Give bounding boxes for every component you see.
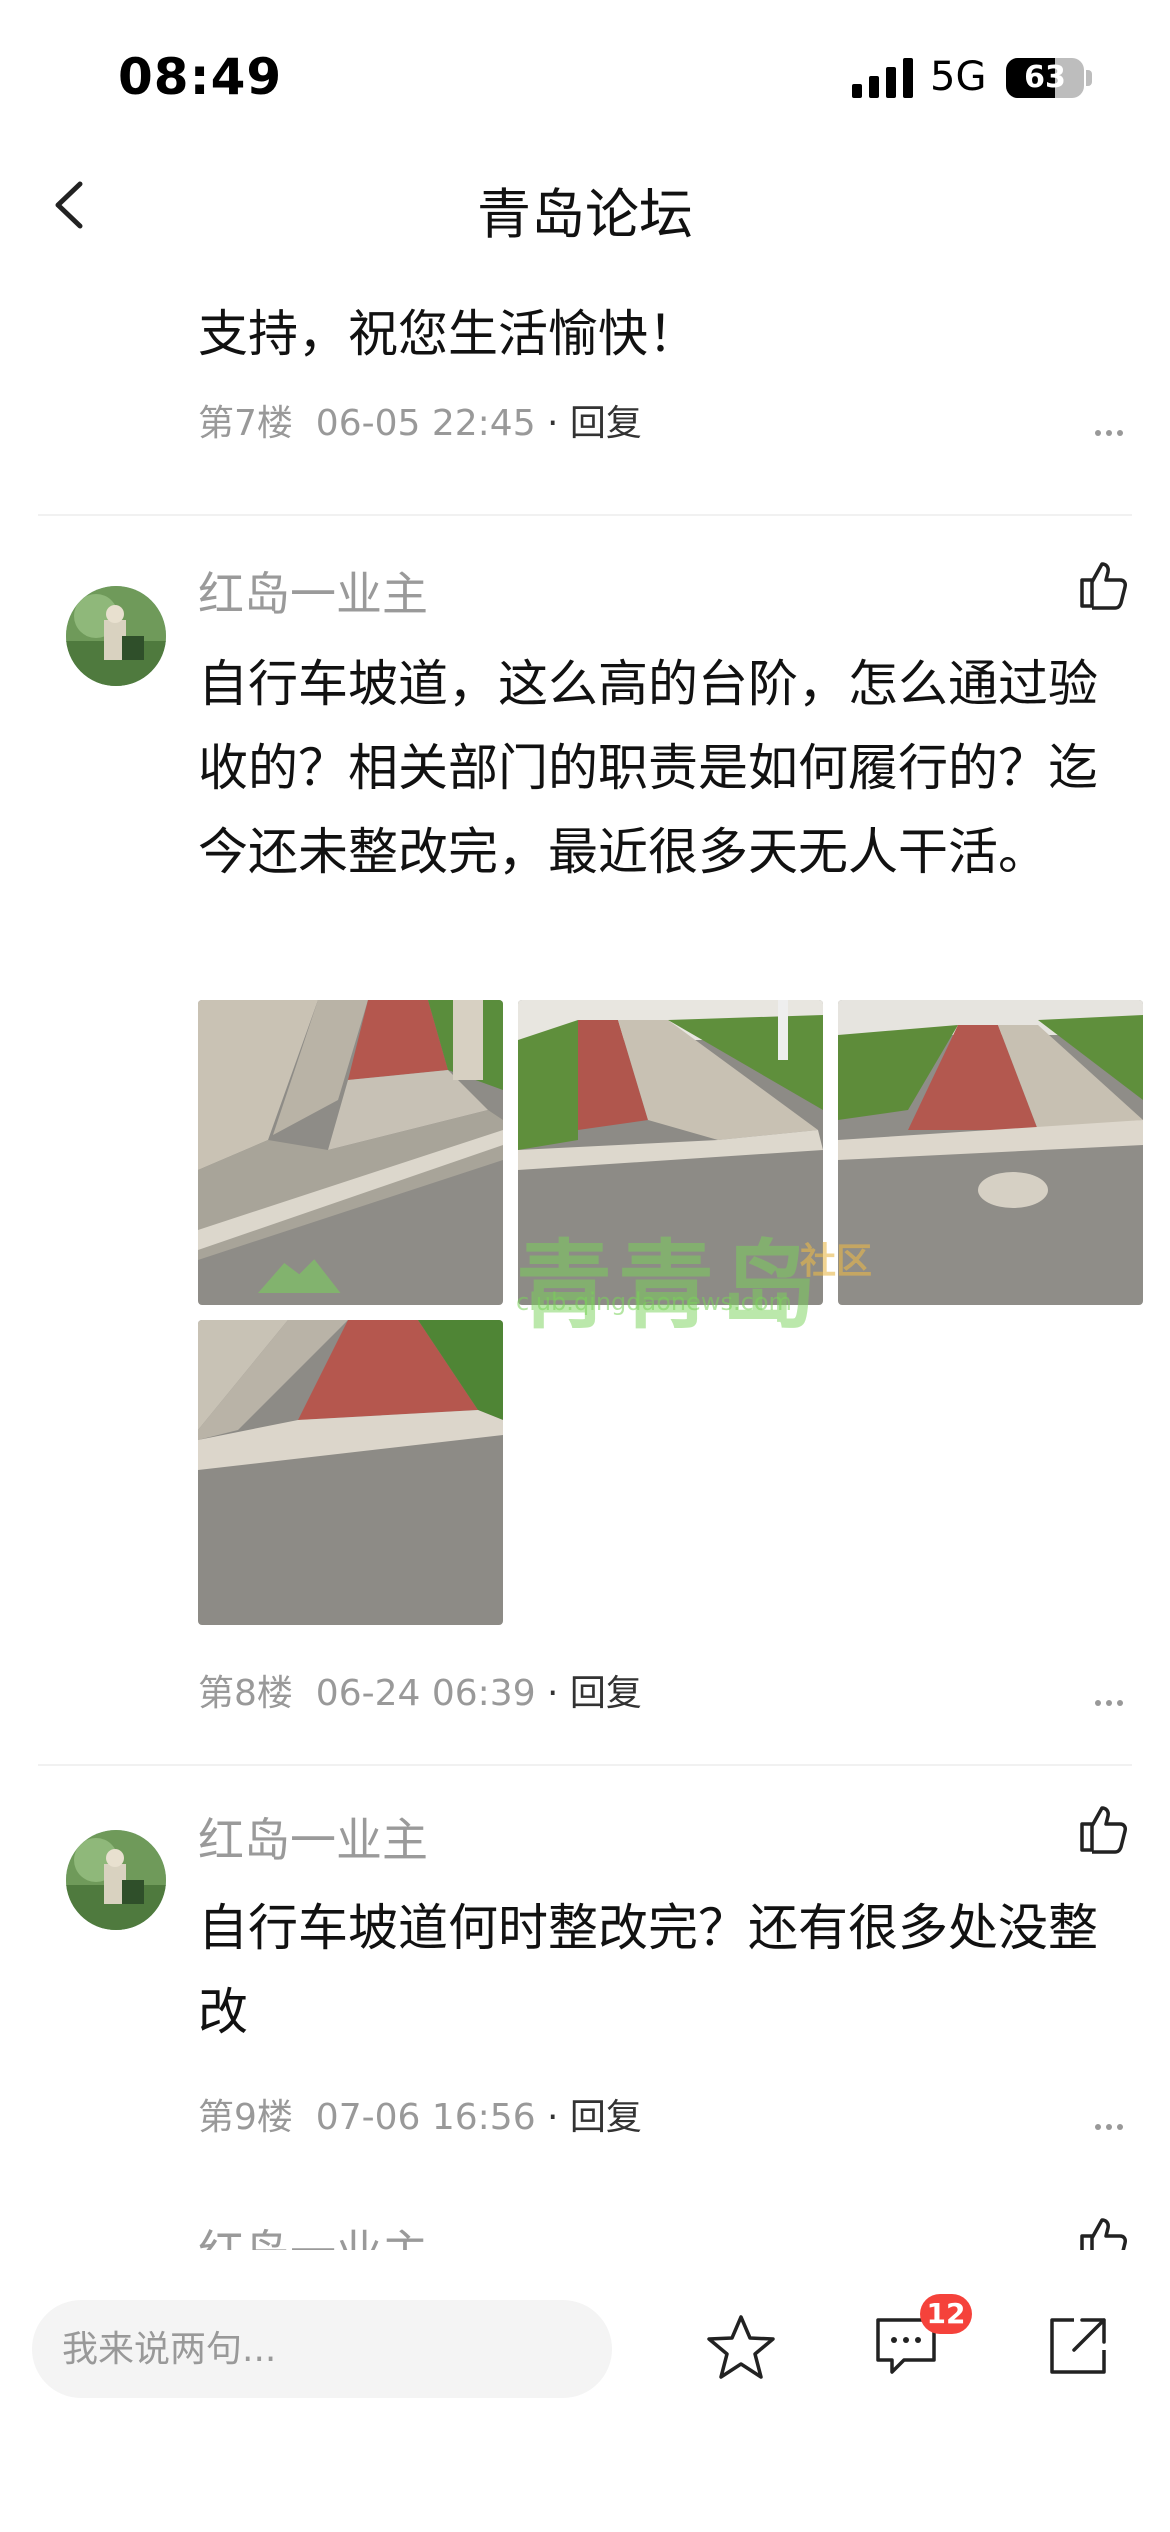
comment-meta: 第8楼 06-24 06:39 · 回复 — [198, 1664, 642, 1716]
divider — [38, 1764, 1132, 1766]
divider — [38, 514, 1132, 516]
reply-link[interactable]: · 回复 — [547, 2097, 642, 2138]
battery-icon: 63 — [1006, 58, 1084, 98]
avatar-image — [66, 586, 166, 686]
thumbs-up-icon[interactable] — [1076, 2212, 1132, 2250]
status-bar: 08:49 5G 63 — [0, 0, 1170, 150]
more-dots-icon[interactable] — [1094, 1698, 1124, 1708]
thumbs-up-icon[interactable] — [1076, 556, 1132, 612]
watermark-sub: 社区 — [800, 1241, 873, 1282]
page-title: 青岛论坛 — [477, 183, 693, 246]
star-icon[interactable] — [706, 2312, 776, 2382]
battery-tip — [1086, 70, 1092, 86]
post-image[interactable] — [198, 1320, 503, 1625]
reply-link[interactable]: · 回复 — [547, 403, 642, 444]
signal-icon — [852, 58, 913, 98]
comment-text: 自行车坡道，这么高的台阶，怎么通过验收的？相关部门的职责是如何履行的？迄今还未整… — [198, 655, 1098, 881]
status-time: 08:49 — [118, 48, 283, 106]
avatar[interactable] — [66, 1830, 166, 1930]
timestamp: 07-06 16:56 — [315, 2097, 536, 2138]
watermark-url: club.qingdaonews.com — [516, 1288, 792, 1316]
username[interactable]: 红岛一业主 — [198, 2216, 428, 2250]
avatar-image — [66, 1830, 166, 1930]
avatar[interactable] — [66, 586, 166, 686]
comment-text: 自行车坡道何时整改完？还有很多处没整改 — [198, 1899, 1098, 2041]
post-image[interactable] — [838, 1000, 1143, 1305]
comment-input-box[interactable] — [32, 2300, 612, 2398]
battery-level: 63 — [1024, 60, 1066, 95]
timestamp: 06-24 06:39 — [315, 1673, 536, 1714]
floor-number: 第8楼 — [198, 1673, 293, 1714]
comment-list[interactable]: ... 支持，祝您生活愉快！ 第7楼 06-05 22:45 · 回复 红岛一业… — [0, 260, 1170, 2250]
username[interactable]: 红岛一业主 — [198, 558, 428, 624]
share-icon[interactable] — [1044, 2312, 1112, 2380]
bottom-bar: 12 — [0, 2250, 1170, 2532]
more-dots-icon[interactable] — [1094, 428, 1124, 438]
comment-text: 支持，祝您生活愉快！ — [198, 305, 698, 363]
comment-input[interactable] — [62, 2300, 582, 2398]
more-dots-icon[interactable] — [1094, 2122, 1124, 2132]
watermark-text: 青青岛 — [516, 1230, 822, 1342]
network-type: 5G — [930, 54, 987, 100]
username[interactable]: 红岛一业主 — [198, 1804, 428, 1870]
comment-meta: 第9楼 07-06 16:56 · 回复 — [198, 2088, 642, 2140]
thumbs-up-icon[interactable] — [1076, 1800, 1132, 1856]
timestamp: 06-05 22:45 — [315, 403, 536, 444]
floor-number: 第7楼 — [198, 403, 293, 444]
comment-count-badge: 12 — [920, 2294, 972, 2334]
post-image[interactable] — [198, 1000, 503, 1305]
floor-number: 第9楼 — [198, 2097, 293, 2138]
nav-bar: 青岛论坛 — [0, 150, 1170, 260]
reply-link[interactable]: · 回复 — [547, 1673, 642, 1714]
comment-meta: 第7楼 06-05 22:45 · 回复 — [198, 394, 642, 446]
